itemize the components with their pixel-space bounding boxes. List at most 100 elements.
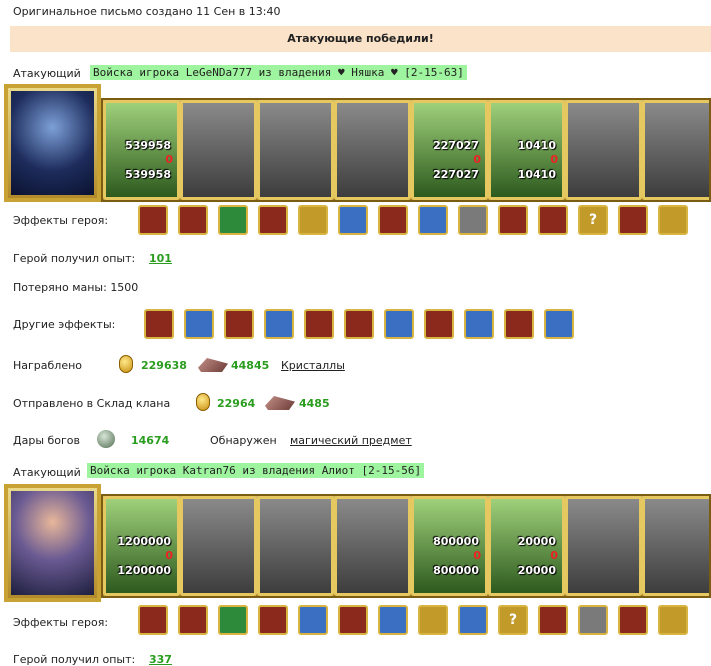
crystal-icon (198, 358, 228, 372)
unit-count-remaining: 20000 (517, 564, 556, 577)
attacker1-unit-slot[interactable] (642, 100, 709, 200)
attacker2-unit-slot[interactable] (642, 496, 709, 596)
hero1-portrait[interactable] (4, 84, 101, 202)
attacker2-role: Атакующий (13, 466, 81, 479)
harp-icon[interactable] (658, 205, 688, 235)
help-icon[interactable]: ? (578, 205, 608, 235)
gift-orb-icon (97, 430, 115, 448)
attacker2-unit-slot[interactable] (565, 496, 642, 596)
hand-icon[interactable] (378, 605, 408, 635)
shield-icon[interactable] (218, 205, 248, 235)
compass-icon[interactable] (538, 205, 568, 235)
sword-icon[interactable] (384, 309, 414, 339)
attacker2-unit-slot[interactable] (257, 496, 334, 596)
magic-item-link[interactable]: магический предмет (290, 434, 412, 447)
rune-icon[interactable] (538, 605, 568, 635)
attacker1-unit-slot[interactable]: 539958 0 539958 (103, 100, 180, 200)
clan-crystals-value: 4485 (299, 397, 330, 410)
attacker1-unit-slot[interactable] (257, 100, 334, 200)
gold-icon (119, 355, 133, 373)
attacker1-unit-slot[interactable]: 227027 0 227027 (411, 100, 488, 200)
letter-date: Оригинальное письмо создано 11 Сен в 13:… (13, 5, 281, 18)
attacker2-unit-slot[interactable]: 1200000 0 1200000 (103, 496, 180, 596)
help-icon[interactable]: ? (498, 605, 528, 635)
bow-icon[interactable] (658, 605, 688, 635)
loot-crystals-value: 44845 (231, 359, 270, 372)
handshake-icon[interactable] (338, 605, 368, 635)
attacker1-effects-row: ? (138, 205, 688, 235)
scroll-icon[interactable] (298, 205, 328, 235)
attacker2-army-title: Войска игрока Katran76 из владения Алиот… (87, 463, 425, 478)
shield-icon[interactable] (218, 605, 248, 635)
helmet-icon[interactable] (138, 605, 168, 635)
dice-icon[interactable] (178, 605, 208, 635)
unit-count-remaining: 1200000 (117, 564, 171, 577)
dice-icon[interactable] (178, 205, 208, 235)
loot-gold-value: 229638 (141, 359, 187, 372)
loot-label: Награблено (13, 359, 83, 372)
fist-icon[interactable] (618, 605, 648, 635)
attacker1-unit-slot[interactable] (180, 100, 257, 200)
attacker1-effects-label: Эффекты героя: (13, 214, 109, 227)
sword-icon[interactable] (264, 309, 294, 339)
attacker1-army-title: Войска игрока LeGeNDa777 из владения ♥ Н… (90, 65, 467, 80)
attacker2-effects-label: Эффекты героя: (13, 616, 109, 629)
attacker2-unit-slot[interactable] (334, 496, 411, 596)
sword-icon[interactable] (544, 309, 574, 339)
attacker2-unit-slot[interactable]: 20000 0 20000 (488, 496, 565, 596)
attacker1-army-strip: 539958 0 539958 227027 0 227027 10410 0 10410 (101, 98, 711, 202)
sword-icon[interactable] (338, 205, 368, 235)
fist-sword-icon[interactable] (144, 309, 174, 339)
attacker1-mana-text: Потеряно маны: 1500 (13, 281, 139, 294)
ring-icon[interactable] (578, 605, 608, 635)
attacker2-unit-slot[interactable] (180, 496, 257, 596)
unit-loss: 0 (473, 153, 481, 166)
attacker2-exp-value[interactable]: 337 (149, 653, 172, 666)
attacker1-unit-slot[interactable] (334, 100, 411, 200)
other-effects-row (144, 309, 574, 339)
unit-count-remaining: 10410 (517, 168, 556, 181)
result-banner: Атакующие победили! (10, 26, 711, 52)
fist-icon[interactable] (498, 205, 528, 235)
helmet-icon[interactable] (138, 205, 168, 235)
barrel-icon[interactable] (458, 205, 488, 235)
attacker1-exp-label: Герой получил опыт: (13, 252, 136, 265)
attacker1-unit-slot[interactable] (565, 100, 642, 200)
hand-icon[interactable] (418, 205, 448, 235)
fist-sword-icon[interactable] (304, 309, 334, 339)
attacker1-role: Атакующий (13, 67, 81, 80)
gifts-label: Дары богов (13, 434, 81, 447)
unit-loss: 0 (165, 549, 173, 562)
hearts-icon[interactable] (344, 309, 374, 339)
unit-loss: 0 (550, 549, 558, 562)
unit-count: 800000 (433, 535, 479, 548)
other-effects-label: Другие эффекты: (13, 318, 116, 331)
gifts-value: 14674 (131, 434, 170, 447)
handshake-icon[interactable] (378, 205, 408, 235)
attacker2-army-strip: 1200000 0 1200000 800000 0 800000 20000 0 20000 (101, 494, 711, 598)
clan-gold-value: 22964 (217, 397, 256, 410)
hero2-portrait[interactable] (4, 484, 101, 602)
attacker2-exp-label: Герой получил опыт: (13, 653, 136, 666)
sword-icon[interactable] (298, 605, 328, 635)
scroll-icon[interactable] (418, 605, 448, 635)
attacker1-exp-value[interactable]: 101 (149, 252, 172, 265)
attacker1-unit-slot[interactable]: 10410 0 10410 (488, 100, 565, 200)
handshake-icon[interactable] (258, 605, 288, 635)
sword-icon[interactable] (184, 309, 214, 339)
fist-sword-icon[interactable] (224, 309, 254, 339)
attacker2-unit-slot[interactable]: 800000 0 800000 (411, 496, 488, 596)
unit-loss: 0 (473, 549, 481, 562)
claw-icon[interactable] (458, 605, 488, 635)
sword-icon[interactable] (464, 309, 494, 339)
rune-icon[interactable] (618, 205, 648, 235)
gold-icon (196, 393, 210, 411)
unit-count: 1200000 (117, 535, 171, 548)
attacker2-effects-row: ? (138, 605, 688, 635)
fist-sword-icon[interactable] (504, 309, 534, 339)
fist-sword-icon[interactable] (424, 309, 454, 339)
handshake-icon[interactable] (258, 205, 288, 235)
hero2-image (11, 491, 94, 595)
hero1-image (11, 91, 94, 195)
crystals-link[interactable]: Кристаллы (281, 359, 345, 372)
